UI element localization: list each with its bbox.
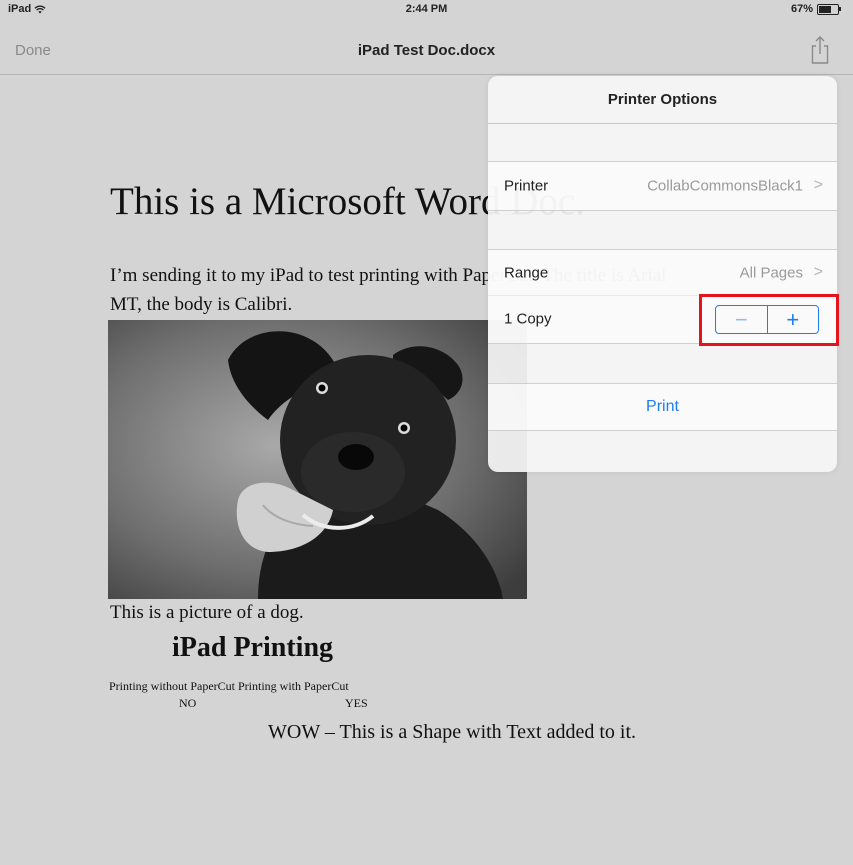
photo-caption: This is a picture of a dog. <box>110 602 304 623</box>
printer-row[interactable]: Printer CollabCommonsBlack1 > <box>488 161 837 211</box>
section-title: iPad Printing <box>172 632 334 663</box>
dog-photo <box>108 320 527 599</box>
battery-icon <box>817 3 841 15</box>
print-button[interactable]: Print <box>488 398 837 416</box>
no-label: NO <box>179 696 197 710</box>
range-row[interactable]: Range All Pages > <box>488 249 837 296</box>
comparison-line: Printing without PaperCut Printing with … <box>109 679 349 693</box>
document-title: iPad Test Doc.docx <box>357 42 496 59</box>
shape-text: WOW – This is a Shape with Text added to… <box>268 721 636 743</box>
printer-value: CollabCommonsBlack1 <box>647 177 803 195</box>
navigation-bar: Done iPad Test Doc.docx <box>0 18 853 75</box>
copies-label: 1 Copy <box>504 310 552 328</box>
chevron-right-icon: > <box>813 176 823 194</box>
print-row[interactable]: Print <box>488 383 837 431</box>
status-right: 67% <box>790 3 841 15</box>
body-text-line-2: MT, the body is Calibri. <box>110 294 293 315</box>
yes-label: YES <box>345 696 368 710</box>
range-value: All Pages <box>739 264 803 281</box>
battery-percent: 67% <box>790 3 813 15</box>
chevron-right-icon: > <box>813 263 823 281</box>
popover-title: Printer Options <box>488 76 837 124</box>
printer-options-popover: Printer Options Printer CollabCommonsBla… <box>488 76 837 472</box>
share-icon[interactable] <box>808 35 832 65</box>
battery-tip <box>839 6 841 11</box>
battery-level <box>819 5 832 13</box>
range-label: Range <box>504 264 549 281</box>
status-bar: iPad 2:44 PM 67% <box>0 0 853 18</box>
printer-label: Printer <box>504 177 549 195</box>
clock: 2:44 PM <box>405 3 448 15</box>
stepper-highlight-box <box>699 294 839 346</box>
